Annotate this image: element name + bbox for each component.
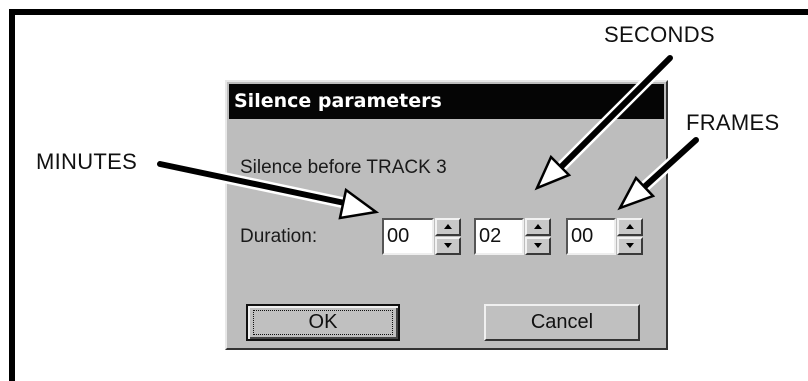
minutes-spin-down-button[interactable]: [435, 237, 461, 255]
minutes-field[interactable]: 00: [382, 218, 434, 255]
triangle-up-icon: [444, 224, 452, 229]
minutes-spinner: [435, 218, 461, 255]
triangle-up-icon: [626, 224, 634, 229]
frames-spin-down-button[interactable]: [617, 237, 643, 255]
ok-button[interactable]: OK: [246, 304, 400, 341]
frames-field[interactable]: 00: [566, 218, 616, 255]
ok-button-label: OK: [308, 311, 338, 333]
frames-spinner: [617, 218, 643, 255]
silence-parameters-dialog: Silence parameters Silence before TRACK …: [225, 80, 668, 350]
triangle-down-icon: [534, 243, 542, 248]
duration-label: Duration:: [240, 226, 318, 247]
dialog-title-bar[interactable]: Silence parameters: [229, 84, 664, 119]
callout-minutes-label: MINUTES: [36, 149, 138, 174]
callout-frames-label: FRAMES: [686, 110, 780, 135]
silence-message: Silence before TRACK 3: [240, 157, 447, 178]
cancel-button[interactable]: Cancel: [484, 304, 640, 341]
minutes-spin-up-button[interactable]: [435, 218, 461, 236]
callout-seconds-label: SECONDS: [604, 22, 715, 47]
seconds-field[interactable]: 02: [474, 218, 524, 255]
triangle-down-icon: [626, 243, 634, 248]
frames-spin-up-button[interactable]: [617, 218, 643, 236]
seconds-spinner: [525, 218, 551, 255]
triangle-down-icon: [444, 243, 452, 248]
seconds-spin-up-button[interactable]: [525, 218, 551, 236]
seconds-spin-down-button[interactable]: [525, 237, 551, 255]
triangle-up-icon: [534, 224, 542, 229]
